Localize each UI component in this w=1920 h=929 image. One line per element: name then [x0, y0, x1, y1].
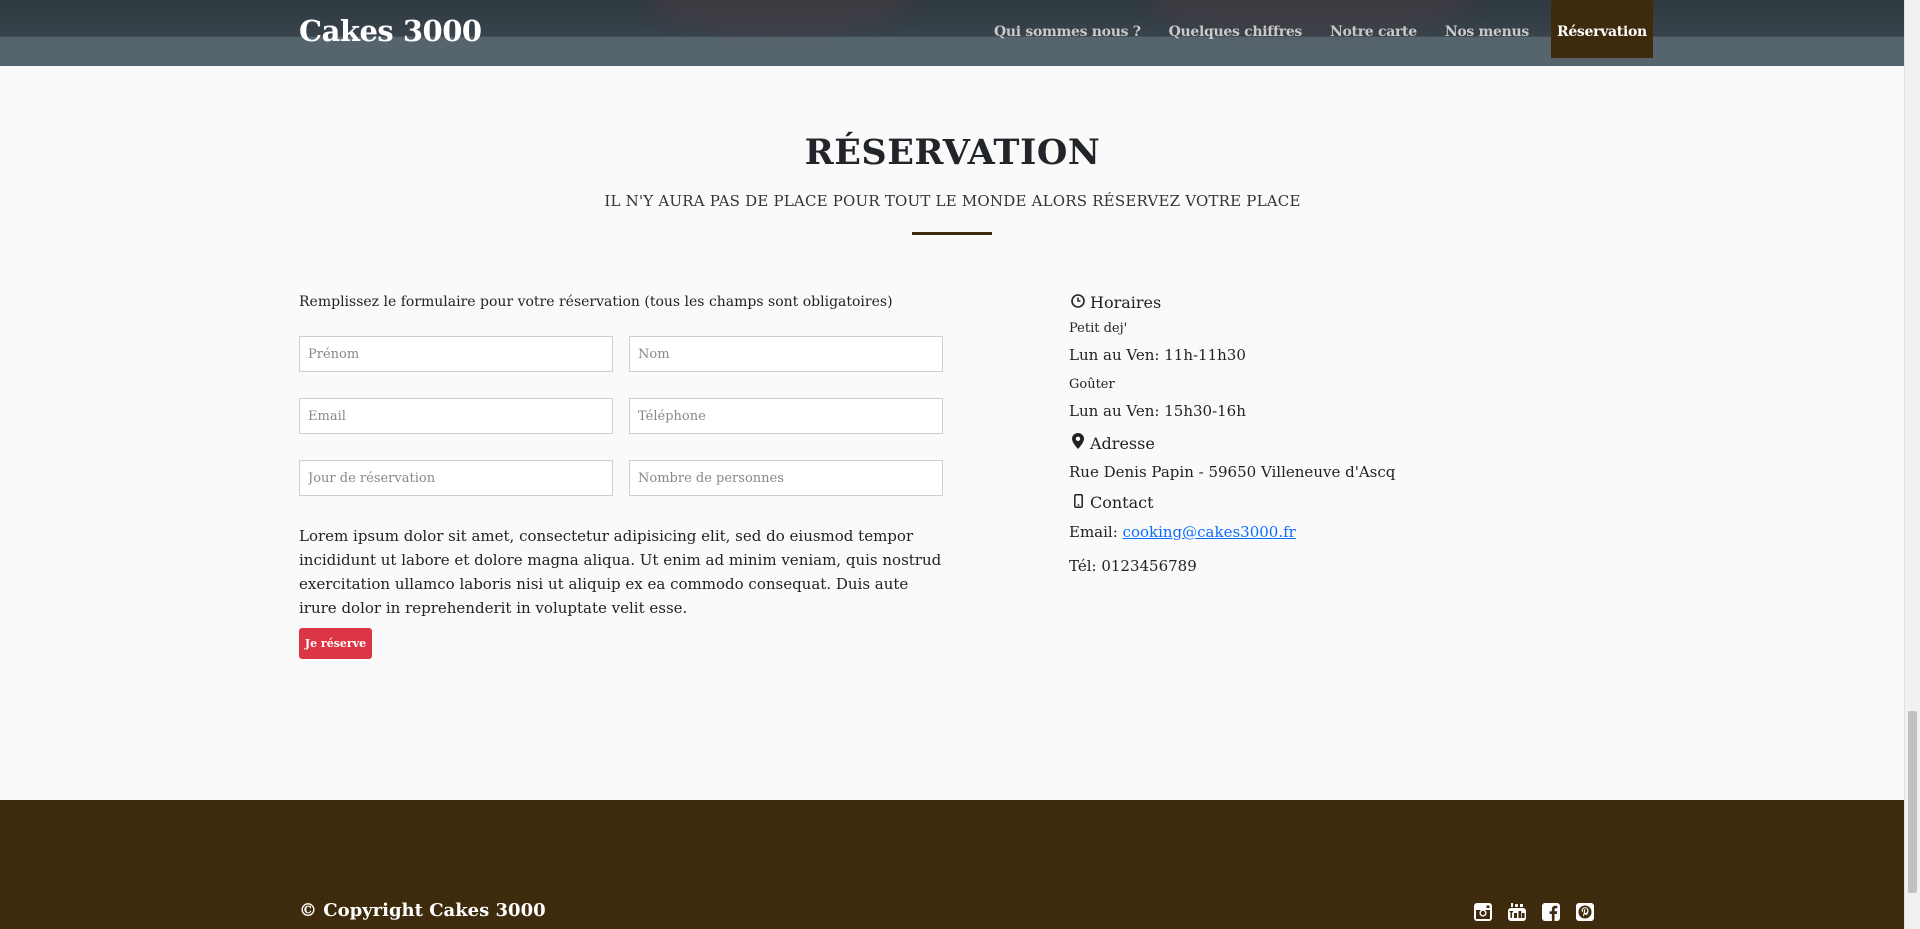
gouter-hours: Lun au Ven: 15h30-16h	[1069, 402, 1246, 420]
nav-item-reservation[interactable]: Réservation	[1550, 0, 1653, 58]
form-description: Lorem ipsum dolor sit amet, consectetur …	[299, 527, 942, 617]
navbar-background-decoration	[650, 0, 910, 30]
horaires-heading-label: Horaires	[1090, 293, 1162, 312]
pinterest-icon[interactable]	[1575, 902, 1595, 922]
brand-logo[interactable]: Cakes 3000	[299, 14, 482, 48]
adresse-heading-label: Adresse	[1090, 433, 1155, 453]
section-title: RÉSERVATION	[804, 132, 1101, 173]
navbar: Cakes 3000 Qui sommes nous ? Quelques ch…	[0, 0, 1905, 66]
gouter-label: Goûter	[1069, 377, 1115, 392]
prenom-field[interactable]	[299, 336, 613, 372]
youtube-icon[interactable]	[1507, 902, 1527, 922]
footer: © Copyright Cakes 3000	[0, 800, 1905, 929]
email-line: Email: cooking@cakes3000.fr	[1069, 523, 1296, 541]
nav-item-qui-sommes-nous[interactable]: Qui sommes nous ?	[980, 0, 1155, 58]
horaires-heading: Horaires	[1069, 293, 1161, 312]
instagram-icon[interactable]	[1473, 902, 1493, 922]
guest-count-field[interactable]	[629, 460, 943, 496]
nom-field[interactable]	[629, 336, 943, 372]
address-text: Rue Denis Papin - 59650 Villeneuve d'Asc…	[1069, 463, 1396, 481]
nav-item-nos-menus[interactable]: Nos menus	[1431, 0, 1543, 58]
nav-item-notre-carte[interactable]: Notre carte	[1316, 0, 1431, 58]
adresse-heading: Adresse	[1069, 433, 1155, 453]
clock-icon	[1069, 293, 1087, 312]
petit-dej-label: Petit dej'	[1069, 321, 1128, 336]
scrollbar-thumb[interactable]	[1908, 711, 1917, 893]
reservation-date-field[interactable]	[299, 460, 613, 496]
reserve-button[interactable]: Je réserve	[299, 628, 372, 659]
section-subtitle: IL N'Y AURA PAS DE PLACE POUR TOUT LE MO…	[604, 192, 1301, 210]
nav-menu: Qui sommes nous ? Quelques chiffres Notr…	[980, 0, 1653, 58]
contact-heading: Contact	[1069, 493, 1154, 512]
map-marker-icon	[1069, 433, 1087, 453]
contact-heading-label: Contact	[1090, 493, 1154, 512]
facebook-icon[interactable]	[1541, 902, 1561, 922]
nav-item-quelques-chiffres[interactable]: Quelques chiffres	[1155, 0, 1316, 58]
page: Cakes 3000 Qui sommes nous ? Quelques ch…	[0, 0, 1905, 929]
email-link[interactable]: cooking@cakes3000.fr	[1123, 523, 1296, 541]
page-scrollbar[interactable]	[1904, 0, 1920, 929]
email-field[interactable]	[299, 398, 613, 434]
email-label: Email:	[1069, 523, 1123, 541]
telephone-field[interactable]	[629, 398, 943, 434]
petit-dej-hours: Lun au Ven: 11h-11h30	[1069, 346, 1246, 364]
form-intro: Remplissez le formulaire pour votre rése…	[299, 294, 893, 310]
copyright-text: © Copyright Cakes 3000	[299, 900, 546, 921]
mobile-phone-icon	[1069, 493, 1087, 512]
phone-text: Tél: 0123456789	[1069, 557, 1197, 575]
title-divider	[912, 232, 992, 235]
